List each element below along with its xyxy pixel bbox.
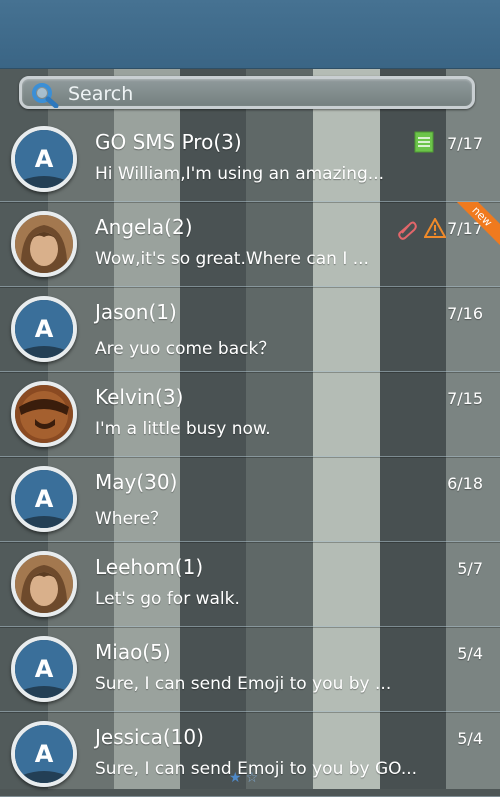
message-date: 5/4 bbox=[457, 644, 483, 663]
svg-text:A: A bbox=[35, 315, 54, 343]
contact-name: Kelvin(3) bbox=[95, 385, 184, 409]
message-date: 5/4 bbox=[457, 729, 483, 748]
paperclip-icon bbox=[396, 218, 418, 240]
conversation-row[interactable]: Angela(2) Wow,it's so great.Where can I … bbox=[0, 202, 500, 287]
conversation-row[interactable]: A Miao(5) Sure, I can send Emoji to you … bbox=[0, 627, 500, 712]
page-indicator: ★☆ bbox=[229, 770, 262, 786]
page-dot-icon: ☆ bbox=[245, 770, 263, 786]
top-bar bbox=[0, 0, 500, 69]
contact-name: Miao(5) bbox=[95, 640, 171, 664]
search-placeholder: Search bbox=[68, 83, 134, 105]
svg-text:A: A bbox=[35, 740, 54, 768]
message-date: 7/16 bbox=[447, 304, 483, 323]
message-date: 5/7 bbox=[457, 559, 483, 578]
contact-name: Jason(1) bbox=[95, 300, 177, 324]
conversation-row[interactable]: A May(30) Where？ 6/18 bbox=[0, 457, 500, 542]
message-date: 7/15 bbox=[447, 389, 483, 408]
message-snippet: Are yuo come back？ bbox=[95, 339, 276, 359]
new-badge-label: new bbox=[456, 202, 500, 246]
conversation-row[interactable]: Leehom(1) Let's go for walk. 5/7 bbox=[0, 542, 500, 627]
conversation-row[interactable]: A GO SMS Pro(3) Hi William,I'm using an … bbox=[0, 117, 500, 202]
contact-name: Jessica(10) bbox=[95, 725, 204, 749]
girl-avatar bbox=[11, 211, 77, 277]
default-a-avatar: A bbox=[11, 296, 77, 362]
document-icon bbox=[414, 131, 434, 153]
default-a-avatar: A bbox=[11, 721, 77, 787]
new-badge: new bbox=[456, 202, 500, 246]
message-snippet: Where？ bbox=[95, 509, 168, 529]
conversation-list: A GO SMS Pro(3) Hi William,I'm using an … bbox=[0, 117, 500, 797]
page-dot-active-icon: ★ bbox=[229, 770, 246, 786]
search-icon bbox=[30, 82, 60, 109]
contact-name: GO SMS Pro(3) bbox=[95, 130, 242, 154]
default-a-avatar: A bbox=[11, 636, 77, 702]
svg-text:A: A bbox=[35, 145, 54, 173]
message-date: 6/18 bbox=[447, 474, 483, 493]
contact-name: May(30) bbox=[95, 470, 178, 494]
search-box[interactable]: Search bbox=[19, 76, 475, 109]
message-snippet: Hi William,I'm using an amazing... bbox=[95, 164, 385, 184]
contact-name: Angela(2) bbox=[95, 215, 193, 239]
warning-icon bbox=[423, 216, 447, 238]
girl-avatar bbox=[11, 551, 77, 617]
message-snippet: Sure, I can send Emoji to you by ... bbox=[95, 674, 392, 694]
message-snippet: I'm a little busy now. bbox=[95, 419, 271, 439]
message-date: 7/17 bbox=[447, 134, 483, 153]
svg-text:A: A bbox=[35, 655, 54, 683]
default-a-avatar: A bbox=[11, 466, 77, 532]
contact-name: Leehom(1) bbox=[95, 555, 204, 579]
message-snippet: Wow,it's so great.Where can I ... bbox=[95, 249, 369, 269]
svg-text:A: A bbox=[35, 485, 54, 513]
conversation-row[interactable]: Kelvin(3) I'm a little busy now. 7/15 bbox=[0, 372, 500, 457]
default-a-avatar: A bbox=[11, 126, 77, 192]
message-snippet: Let's go for walk. bbox=[95, 589, 240, 609]
pirate-avatar bbox=[11, 381, 77, 447]
conversation-row[interactable]: A Jason(1) Are yuo come back？ 7/16 bbox=[0, 287, 500, 372]
